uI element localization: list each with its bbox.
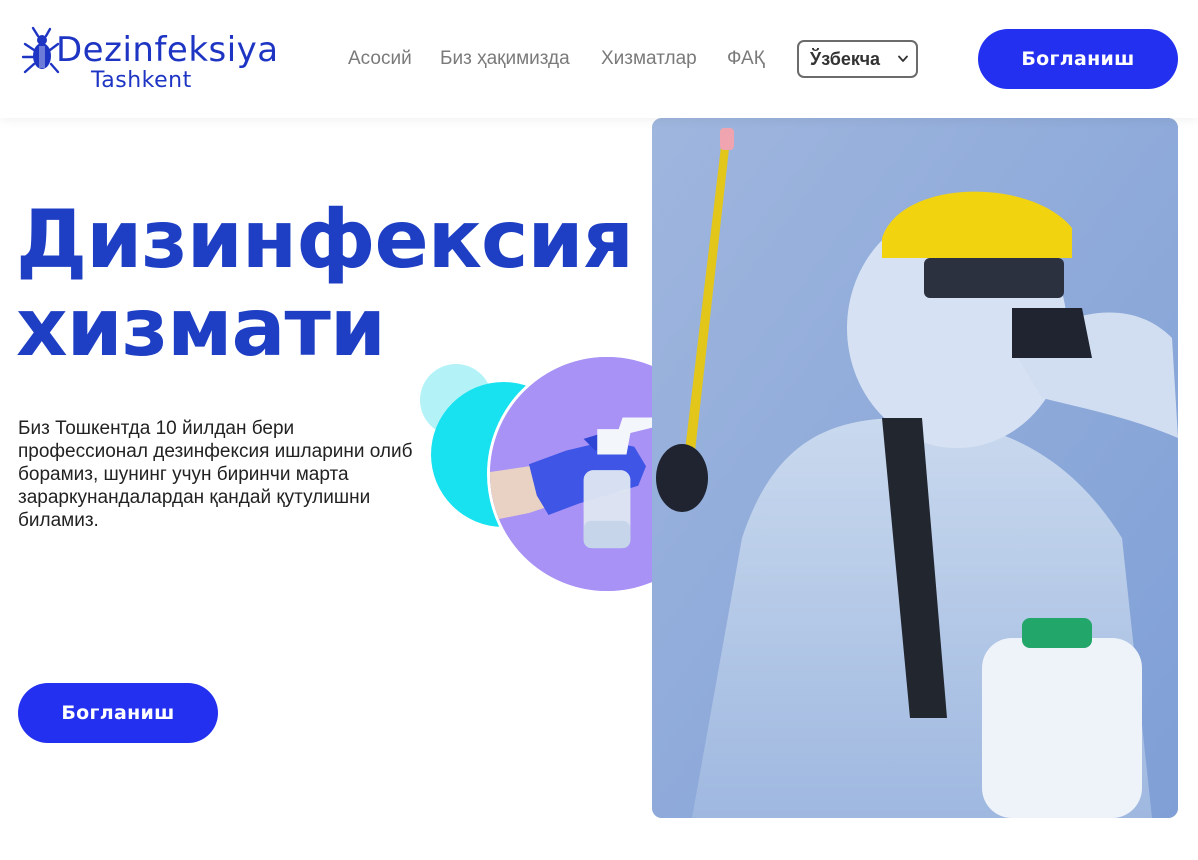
logo-subtitle: Tashkent [91, 68, 192, 93]
hero-description: Биз Тошкентда 10 йилдан бери профессиона… [18, 418, 413, 531]
site-logo[interactable]: Dezinfeksiya Tashkent [22, 22, 322, 96]
logo-wordmark: Dezinfeksiya [56, 30, 279, 70]
site-header: Dezinfeksiya Tashkent Асосий Биз ҳақимиз… [0, 0, 1198, 118]
hero-title-line-1: Дизинфексия [16, 193, 634, 286]
nav-link-faq[interactable]: ФАҚ [727, 47, 765, 71]
bug-icon [22, 26, 60, 74]
nav-link-services[interactable]: Хизматлар [601, 47, 697, 71]
header-contact-button[interactable]: Богланиш [978, 29, 1178, 89]
disinfection-worker-photo [652, 118, 1178, 818]
nav-link-home[interactable]: Асосий [348, 47, 412, 71]
nav-link-about[interactable]: Биз ҳақимизда [440, 47, 570, 71]
language-select[interactable]: Ўзбекча [797, 40, 918, 78]
hero-title-line-2: хизмати [16, 281, 386, 374]
chevron-down-icon [898, 55, 908, 62]
hero-title: Дизинфексия хизмати [16, 193, 634, 374]
hero-contact-button[interactable]: Богланиш [18, 683, 218, 743]
language-selected-value: Ўзбекча [810, 48, 881, 69]
